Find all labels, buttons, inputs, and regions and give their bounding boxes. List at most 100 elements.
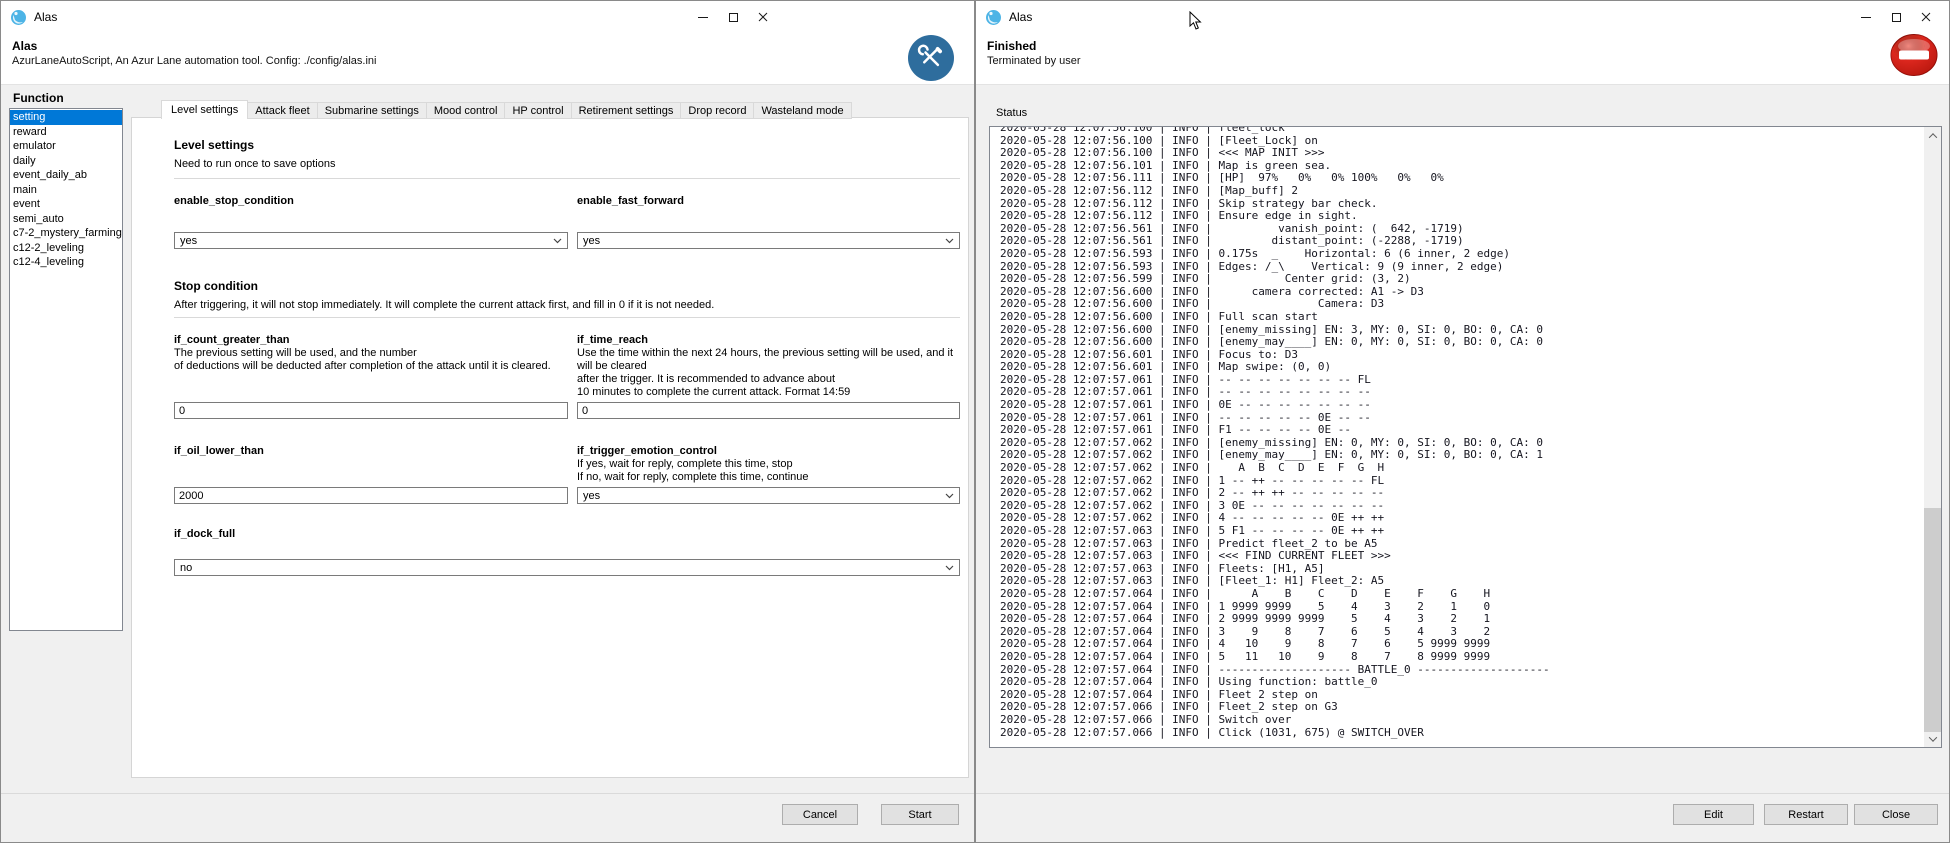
stop-icon [1889, 33, 1939, 79]
close-window-button[interactable]: Close [1854, 804, 1938, 825]
log-line: 2020-05-28 12:07:57.064 | INFO | 2 9999 … [1000, 613, 1924, 626]
close-button[interactable] [1911, 1, 1941, 33]
log-line: 2020-05-28 12:07:56.112 | INFO | Ensure … [1000, 210, 1924, 223]
app-header: Alas AzurLaneAutoScript, An Azur Lane au… [1, 33, 974, 85]
window-title: Alas [1009, 10, 1032, 24]
function-heading: Function [13, 91, 64, 105]
tab[interactable]: Mood control [427, 102, 506, 119]
maximize-icon [1892, 13, 1901, 22]
status-label: Status [996, 107, 1027, 119]
if-count-greater-than-input[interactable] [174, 402, 568, 419]
function-list-item[interactable]: semi_auto [10, 212, 122, 227]
log-line: 2020-05-28 12:07:56.593 | INFO | 0.175s … [1000, 248, 1924, 261]
field-label-if-time-reach: if_time_reach [577, 334, 960, 347]
alas-config-window: Alas Alas AzurLaneAutoScript, An Azur La… [0, 0, 975, 843]
chevron-down-icon [945, 565, 954, 571]
window-controls [688, 1, 778, 33]
function-list-item[interactable]: event [10, 197, 122, 212]
tab[interactable]: Attack fleet [248, 102, 317, 119]
function-list-item[interactable]: event_daily_ab [10, 168, 122, 183]
log-lines: 2020-05-28 12:07:56.100 | INFO | fleet_l… [990, 127, 1924, 739]
minimize-button[interactable] [688, 1, 718, 33]
scroll-down-button[interactable] [1924, 730, 1941, 747]
app-subtitle: AzurLaneAutoScript, An Azur Lane automat… [12, 55, 376, 67]
select-value: yes [583, 490, 600, 502]
alas-logo-icon [10, 9, 27, 26]
enable-fast-forward-select[interactable]: yes [577, 232, 960, 249]
cancel-button[interactable]: Cancel [782, 804, 858, 825]
minimize-icon [698, 17, 708, 18]
select-value: yes [583, 235, 600, 247]
function-list[interactable]: settingrewardemulatordailyevent_daily_ab… [9, 108, 123, 631]
tab[interactable]: Retirement settings [572, 102, 682, 119]
section-heading-level-settings: Level settings [174, 138, 960, 152]
log-line: 2020-05-28 12:07:57.066 | INFO | Click (… [1000, 727, 1924, 740]
function-list-item[interactable]: main [10, 183, 122, 198]
log-line: 2020-05-28 12:07:57.066 | INFO | Switch … [1000, 714, 1924, 727]
section-heading-stop-condition: Stop condition [174, 279, 960, 293]
if-time-reach-input[interactable] [577, 402, 960, 419]
run-state-subtitle: Terminated by user [987, 55, 1081, 67]
level-settings-panel: Level settings Need to run once to save … [131, 117, 969, 778]
section-desc-level-settings: Need to run once to save options [174, 158, 960, 171]
window-controls [1851, 1, 1941, 33]
tab[interactable]: Submarine settings [318, 102, 427, 119]
titlebar[interactable]: Alas [1, 1, 974, 33]
edit-button[interactable]: Edit [1673, 804, 1754, 825]
if-oil-lower-than-input[interactable] [174, 487, 568, 504]
chevron-up-icon [1928, 133, 1936, 141]
function-list-item[interactable]: daily [10, 154, 122, 169]
chevron-down-icon [945, 238, 954, 244]
tab[interactable]: Wasteland mode [754, 102, 851, 119]
start-button[interactable]: Start [881, 804, 959, 825]
mouse-cursor-icon [1189, 11, 1202, 35]
app-title: Alas [12, 39, 37, 53]
log-line: 2020-05-28 12:07:57.064 | INFO | Using f… [1000, 676, 1924, 689]
log-line: 2020-05-28 12:07:56.100 | INFO | <<< MAP… [1000, 147, 1924, 160]
alas-status-window: Alas Finished Terminated by user [975, 0, 1950, 843]
log-scrollbar[interactable] [1924, 127, 1941, 747]
field-label-enable-stop-condition: enable_stop_condition [174, 195, 568, 208]
if-trigger-emotion-control-select[interactable]: yes [577, 487, 960, 504]
log-line: 2020-05-28 12:07:57.063 | INFO | <<< FIN… [1000, 550, 1924, 563]
function-list-item[interactable]: setting [10, 110, 122, 125]
tab[interactable]: HP control [505, 102, 571, 119]
log-output[interactable]: 2020-05-28 12:07:56.100 | INFO | fleet_l… [989, 126, 1942, 748]
minimize-button[interactable] [1851, 1, 1881, 33]
log-line: 2020-05-28 12:07:56.600 | INFO | Full sc… [1000, 311, 1924, 324]
chevron-down-icon [553, 238, 562, 244]
enable-stop-condition-select[interactable]: yes [174, 232, 568, 249]
function-list-item[interactable]: reward [10, 125, 122, 140]
function-list-item[interactable]: c12-2_leveling [10, 241, 122, 256]
settings-tabs: Level settingsAttack fleetSubmarine sett… [161, 100, 852, 119]
screen: Alas Alas AzurLaneAutoScript, An Azur La… [0, 0, 1950, 843]
field-help-if-time-reach: Use the time within the next 24 hours, t… [577, 347, 960, 399]
function-list-item[interactable]: emulator [10, 139, 122, 154]
log-line: 2020-05-28 12:07:57.063 | INFO | 5 F1 --… [1000, 525, 1924, 538]
divider [174, 178, 960, 179]
footer-divider [976, 793, 1949, 794]
tab[interactable]: Drop record [681, 102, 754, 119]
if-dock-full-select[interactable]: no [174, 559, 960, 576]
scrollbar-thumb[interactable] [1924, 508, 1941, 732]
field-label-if-trigger-emotion-control: if_trigger_emotion_control [577, 445, 960, 458]
restart-button[interactable]: Restart [1764, 804, 1848, 825]
log-line: 2020-05-28 12:07:57.064 | INFO | A B C D… [1000, 588, 1924, 601]
maximize-button[interactable] [1881, 1, 1911, 33]
maximize-icon [729, 13, 738, 22]
field-label-enable-fast-forward: enable_fast_forward [577, 195, 960, 208]
titlebar[interactable]: Alas [976, 1, 1949, 33]
tab[interactable]: Level settings [161, 100, 248, 119]
function-list-item[interactable]: c12-4_leveling [10, 255, 122, 270]
function-list-item[interactable]: c7-2_mystery_farming [10, 226, 122, 241]
field-label-if-dock-full: if_dock_full [174, 528, 960, 541]
close-button[interactable] [748, 1, 778, 33]
maximize-button[interactable] [718, 1, 748, 33]
settings-form: Level settings Need to run once to save … [132, 118, 968, 576]
run-state-title: Finished [987, 39, 1036, 53]
scroll-up-button[interactable] [1924, 127, 1941, 144]
section-desc-stop-condition: After triggering, it will not stop immed… [174, 299, 960, 312]
chevron-down-icon [945, 493, 954, 499]
footer-divider [1, 793, 974, 794]
log-line: 2020-05-28 12:07:56.599 | INFO | Center … [1000, 273, 1924, 286]
